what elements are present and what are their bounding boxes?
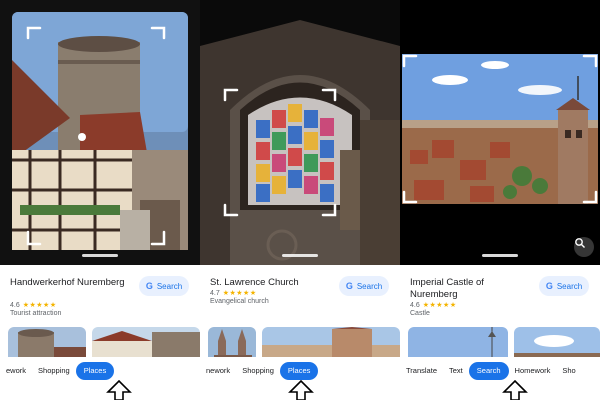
search-button-label: Search xyxy=(156,281,183,291)
sheet-drag-handle[interactable] xyxy=(482,254,518,257)
rating-stars: ★★★★★ xyxy=(22,302,57,309)
search-button[interactable]: G Search xyxy=(339,276,389,296)
camera-viewfinder[interactable] xyxy=(400,0,600,265)
tab-search[interactable]: Search xyxy=(468,362,509,380)
rating-stars: ★★★★★ xyxy=(222,290,257,297)
tab-places[interactable]: Places xyxy=(75,362,115,380)
image-search-icon xyxy=(575,238,585,248)
tower-photo xyxy=(0,0,200,265)
search-button[interactable]: G Search xyxy=(539,276,589,296)
google-g-icon: G xyxy=(345,281,353,291)
place-category: Tourist attraction xyxy=(10,310,62,317)
church-window-photo xyxy=(200,0,400,265)
up-arrow-icon xyxy=(502,380,528,400)
camera-viewfinder[interactable] xyxy=(0,0,200,265)
tab-homework[interactable]: nework xyxy=(200,362,236,380)
rating-value: 4.6 xyxy=(410,301,420,309)
lens-result-panel-3: Imperial Castle of Nuremberg 4.6 ★★★★★ C… xyxy=(400,0,600,400)
place-category: Evangelical church xyxy=(210,298,269,305)
nav-bar xyxy=(0,385,200,400)
lens-icon[interactable] xyxy=(574,237,594,257)
lens-result-panel-1: Handwerkerhof Nuremberg 4.6 ★★★★★ Touris… xyxy=(0,0,200,400)
google-g-icon: G xyxy=(145,281,153,291)
tab-shopping[interactable]: Sho xyxy=(556,362,581,380)
tab-shopping[interactable]: Shopping xyxy=(32,362,76,380)
rating-stars: ★★★★★ xyxy=(422,302,457,309)
rating-value: 4.7 xyxy=(210,289,220,297)
rating-value: 4.6 xyxy=(10,301,20,309)
up-arrow-icon xyxy=(106,380,132,400)
lens-result-panel-2: St. Lawrence Church 4.7 ★★★★★ Evangelica… xyxy=(200,0,400,400)
tab-homework[interactable]: Homework xyxy=(509,362,557,380)
tab-translate[interactable]: Translate xyxy=(400,362,443,380)
castle-photo xyxy=(400,0,600,265)
up-arrow-icon xyxy=(288,380,314,400)
search-button-label: Search xyxy=(356,281,383,291)
rating-row: 4.6 ★★★★★ xyxy=(10,301,57,310)
rating-row: 4.6 ★★★★★ xyxy=(410,301,457,310)
tab-shopping[interactable]: Shopping xyxy=(236,362,280,380)
tab-places[interactable]: Places xyxy=(279,362,319,380)
place-name: St. Lawrence Church xyxy=(210,277,299,288)
search-button-label: Search xyxy=(556,281,583,291)
tab-text[interactable]: Text xyxy=(443,362,469,380)
camera-viewfinder[interactable] xyxy=(200,0,400,265)
search-button[interactable]: G Search xyxy=(139,276,189,296)
rating-row: 4.7 ★★★★★ xyxy=(210,289,257,298)
sheet-drag-handle[interactable] xyxy=(282,254,318,257)
lens-mode-tabs: ework Shopping Places xyxy=(0,357,200,385)
lens-mode-tabs: Translate Text Search Homework Sho xyxy=(400,357,600,385)
place-category: Castle xyxy=(410,310,430,317)
nav-bar xyxy=(400,385,600,400)
tab-homework[interactable]: ework xyxy=(0,362,32,380)
sheet-drag-handle[interactable] xyxy=(82,254,118,257)
place-name: Imperial Castle of Nuremberg xyxy=(410,277,484,300)
google-g-icon: G xyxy=(545,281,553,291)
place-name: Handwerkerhof Nuremberg xyxy=(10,277,125,288)
